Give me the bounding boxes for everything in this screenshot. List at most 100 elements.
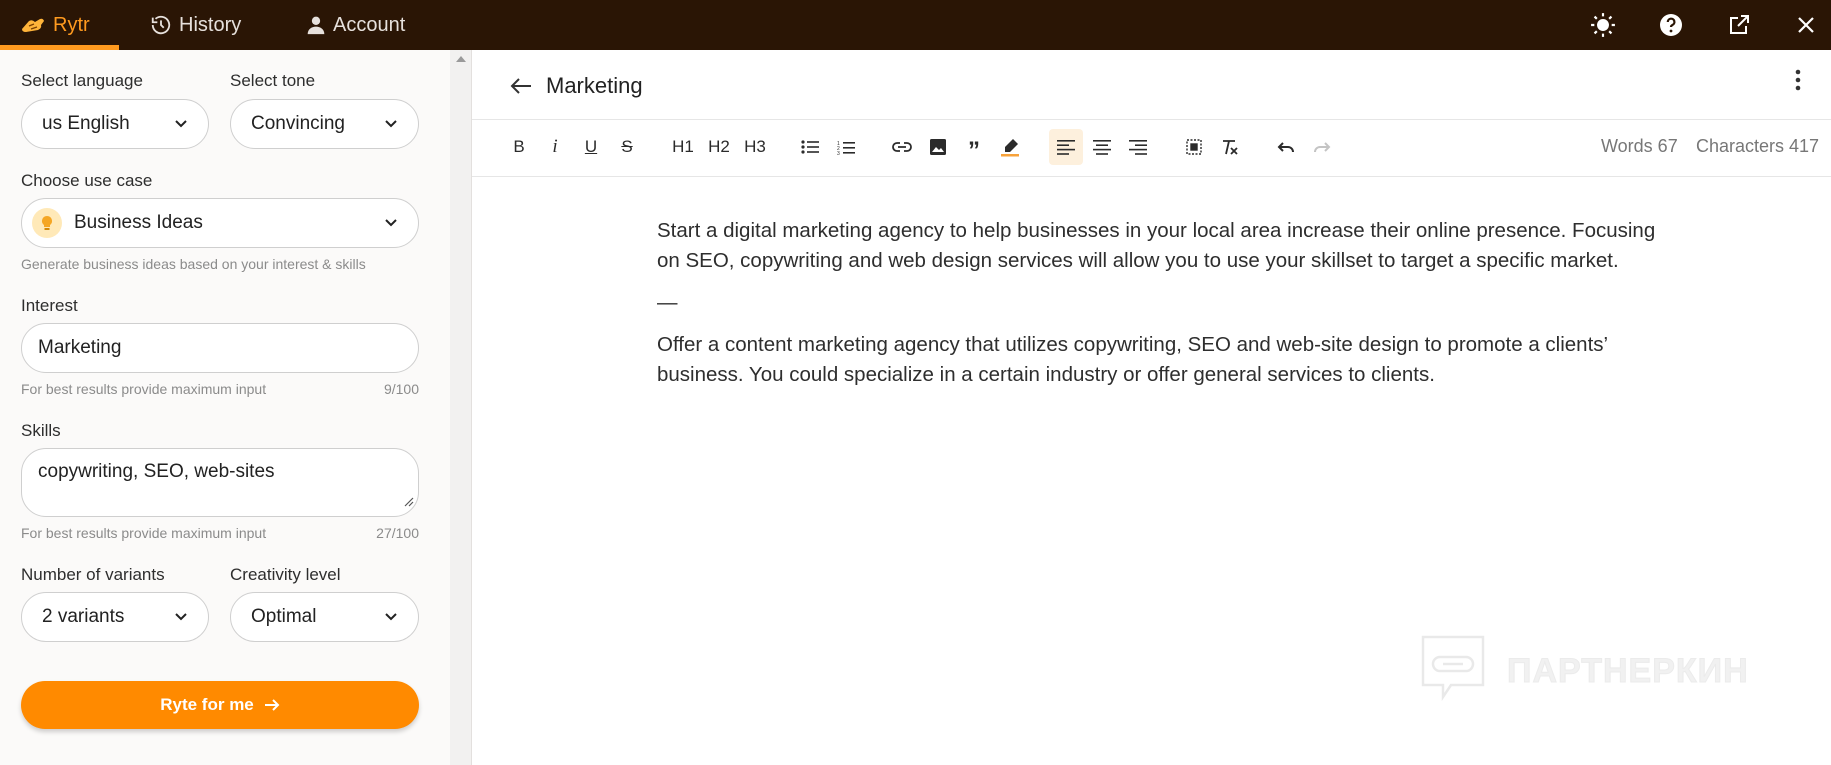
close-icon[interactable] — [1789, 0, 1823, 50]
watermark-text: ПАРТНЕРКИН — [1507, 651, 1749, 690]
chevron-down-icon — [384, 612, 398, 622]
highlighter-pen-icon — [1000, 137, 1020, 157]
use-case-value: Business Ideas — [74, 212, 203, 233]
strikethrough-button[interactable]: S — [610, 129, 644, 165]
variants-value: 2 variants — [42, 606, 125, 627]
ryte-button-label: Ryte for me — [160, 695, 254, 714]
settings-scrollbar[interactable] — [450, 50, 472, 765]
align-right-button[interactable] — [1121, 129, 1155, 165]
link-button[interactable] — [885, 129, 919, 165]
undo-icon — [1277, 141, 1295, 153]
paragraph: Start a digital marketing agency to help… — [657, 219, 1656, 272]
paragraph: Offer a content marketing agency that ut… — [657, 333, 1608, 386]
heading1-button[interactable]: H1 — [666, 129, 700, 165]
highlight-button[interactable] — [993, 129, 1027, 165]
tab-account-label: Account — [333, 13, 406, 36]
skills-value: copywriting, SEO, web-sites — [38, 461, 275, 482]
redo-button[interactable] — [1305, 129, 1339, 165]
undo-button[interactable] — [1269, 129, 1303, 165]
more-options-icon[interactable] — [1786, 64, 1810, 96]
creativity-value: Optimal — [251, 606, 317, 627]
theme-sun-icon[interactable] — [1586, 0, 1620, 50]
scroll-up-arrow-icon[interactable] — [456, 56, 466, 62]
resize-grip-icon[interactable] — [404, 491, 414, 513]
clear-formatting-button[interactable] — [1213, 129, 1247, 165]
use-case-label: Choose use case — [21, 171, 153, 190]
settings-panel — [0, 50, 450, 765]
rytr-logo-icon — [20, 15, 53, 35]
interest-hint: For best results provide maximum input — [21, 381, 267, 397]
align-right-icon — [1129, 139, 1147, 155]
tone-value: Convincing — [251, 113, 345, 134]
interest-label: Interest — [21, 296, 78, 315]
tab-rytr[interactable]: Rytr — [20, 0, 90, 50]
numbered-list-icon: 123 — [837, 140, 855, 155]
blockquote-button[interactable]: ” — [957, 129, 991, 165]
interest-value: Marketing — [38, 337, 122, 358]
divider-dash: — — [657, 291, 678, 314]
heading3-label: H3 — [744, 137, 766, 156]
tab-account[interactable]: Account — [306, 0, 405, 50]
tab-history[interactable]: History — [150, 0, 241, 50]
help-icon[interactable] — [1654, 0, 1688, 50]
document-title[interactable]: Marketing — [546, 70, 643, 102]
tone-select[interactable]: Convincing — [230, 99, 419, 149]
italic-button[interactable]: i — [538, 129, 572, 165]
svg-text:3: 3 — [837, 151, 840, 155]
numbered-list-button[interactable]: 123 — [829, 129, 863, 165]
ryte-for-me-button[interactable]: Ryte for me — [21, 681, 419, 729]
editor-content[interactable]: Start a digital marketing agency to help… — [657, 216, 1657, 402]
tone-label: Select tone — [230, 71, 316, 90]
align-left-button[interactable] — [1049, 129, 1083, 165]
heading2-button[interactable]: H2 — [702, 129, 736, 165]
chevron-down-icon — [384, 218, 398, 228]
quote-icon: ” — [968, 137, 980, 164]
skills-label: Skills — [21, 421, 61, 440]
underline-button[interactable]: U — [574, 129, 608, 165]
strikethrough-icon: S — [621, 137, 633, 156]
top-nav-bar — [0, 0, 1831, 50]
back-arrow-icon[interactable] — [505, 70, 537, 102]
history-icon — [150, 14, 179, 36]
use-case-select[interactable]: Business Ideas — [21, 198, 419, 248]
bullet-list-icon — [801, 140, 819, 154]
interest-input[interactable]: Marketing — [21, 323, 419, 373]
select-all-button[interactable] — [1177, 129, 1211, 165]
variants-select[interactable]: 2 variants — [21, 592, 209, 642]
arrow-right-icon — [254, 698, 280, 712]
person-icon — [306, 15, 333, 35]
heading3-button[interactable]: H3 — [738, 129, 772, 165]
bold-button[interactable]: B — [502, 129, 536, 165]
tab-rytr-label: Rytr — [53, 13, 90, 36]
align-center-icon — [1093, 139, 1111, 155]
skills-hint: For best results provide maximum input — [21, 525, 267, 541]
character-count: Characters 417 — [1696, 136, 1820, 156]
lightbulb-icon — [32, 208, 62, 238]
creativity-select[interactable]: Optimal — [230, 592, 419, 642]
bullet-list-button[interactable] — [793, 129, 827, 165]
bold-icon: B — [513, 137, 525, 156]
skills-char-count: 27/100 — [376, 525, 419, 541]
align-left-icon — [1057, 139, 1075, 155]
watermark: ПАРТНЕРКИН — [1417, 633, 1749, 709]
align-center-button[interactable] — [1085, 129, 1119, 165]
link-icon — [892, 141, 912, 153]
chevron-down-icon — [174, 119, 188, 129]
heading2-label: H2 — [708, 137, 730, 156]
editor-header — [472, 50, 1831, 120]
tab-history-label: History — [179, 13, 242, 36]
redo-icon — [1313, 141, 1331, 153]
speech-bubble-logo-icon — [1417, 633, 1489, 709]
creativity-label: Creativity level — [230, 565, 341, 584]
variants-label: Number of variants — [21, 565, 165, 584]
interest-char-count: 9/100 — [383, 381, 419, 397]
open-external-icon[interactable] — [1722, 0, 1756, 50]
image-button[interactable] — [921, 129, 955, 165]
image-icon — [930, 139, 946, 155]
clear-format-icon — [1221, 139, 1239, 155]
language-select[interactable]: us English — [21, 99, 209, 149]
use-case-description: Generate business ideas based on your in… — [21, 256, 366, 272]
underline-icon: U — [584, 137, 598, 156]
skills-textarea[interactable]: copywriting, SEO, web-sites — [21, 448, 419, 517]
heading1-label: H1 — [672, 137, 694, 156]
